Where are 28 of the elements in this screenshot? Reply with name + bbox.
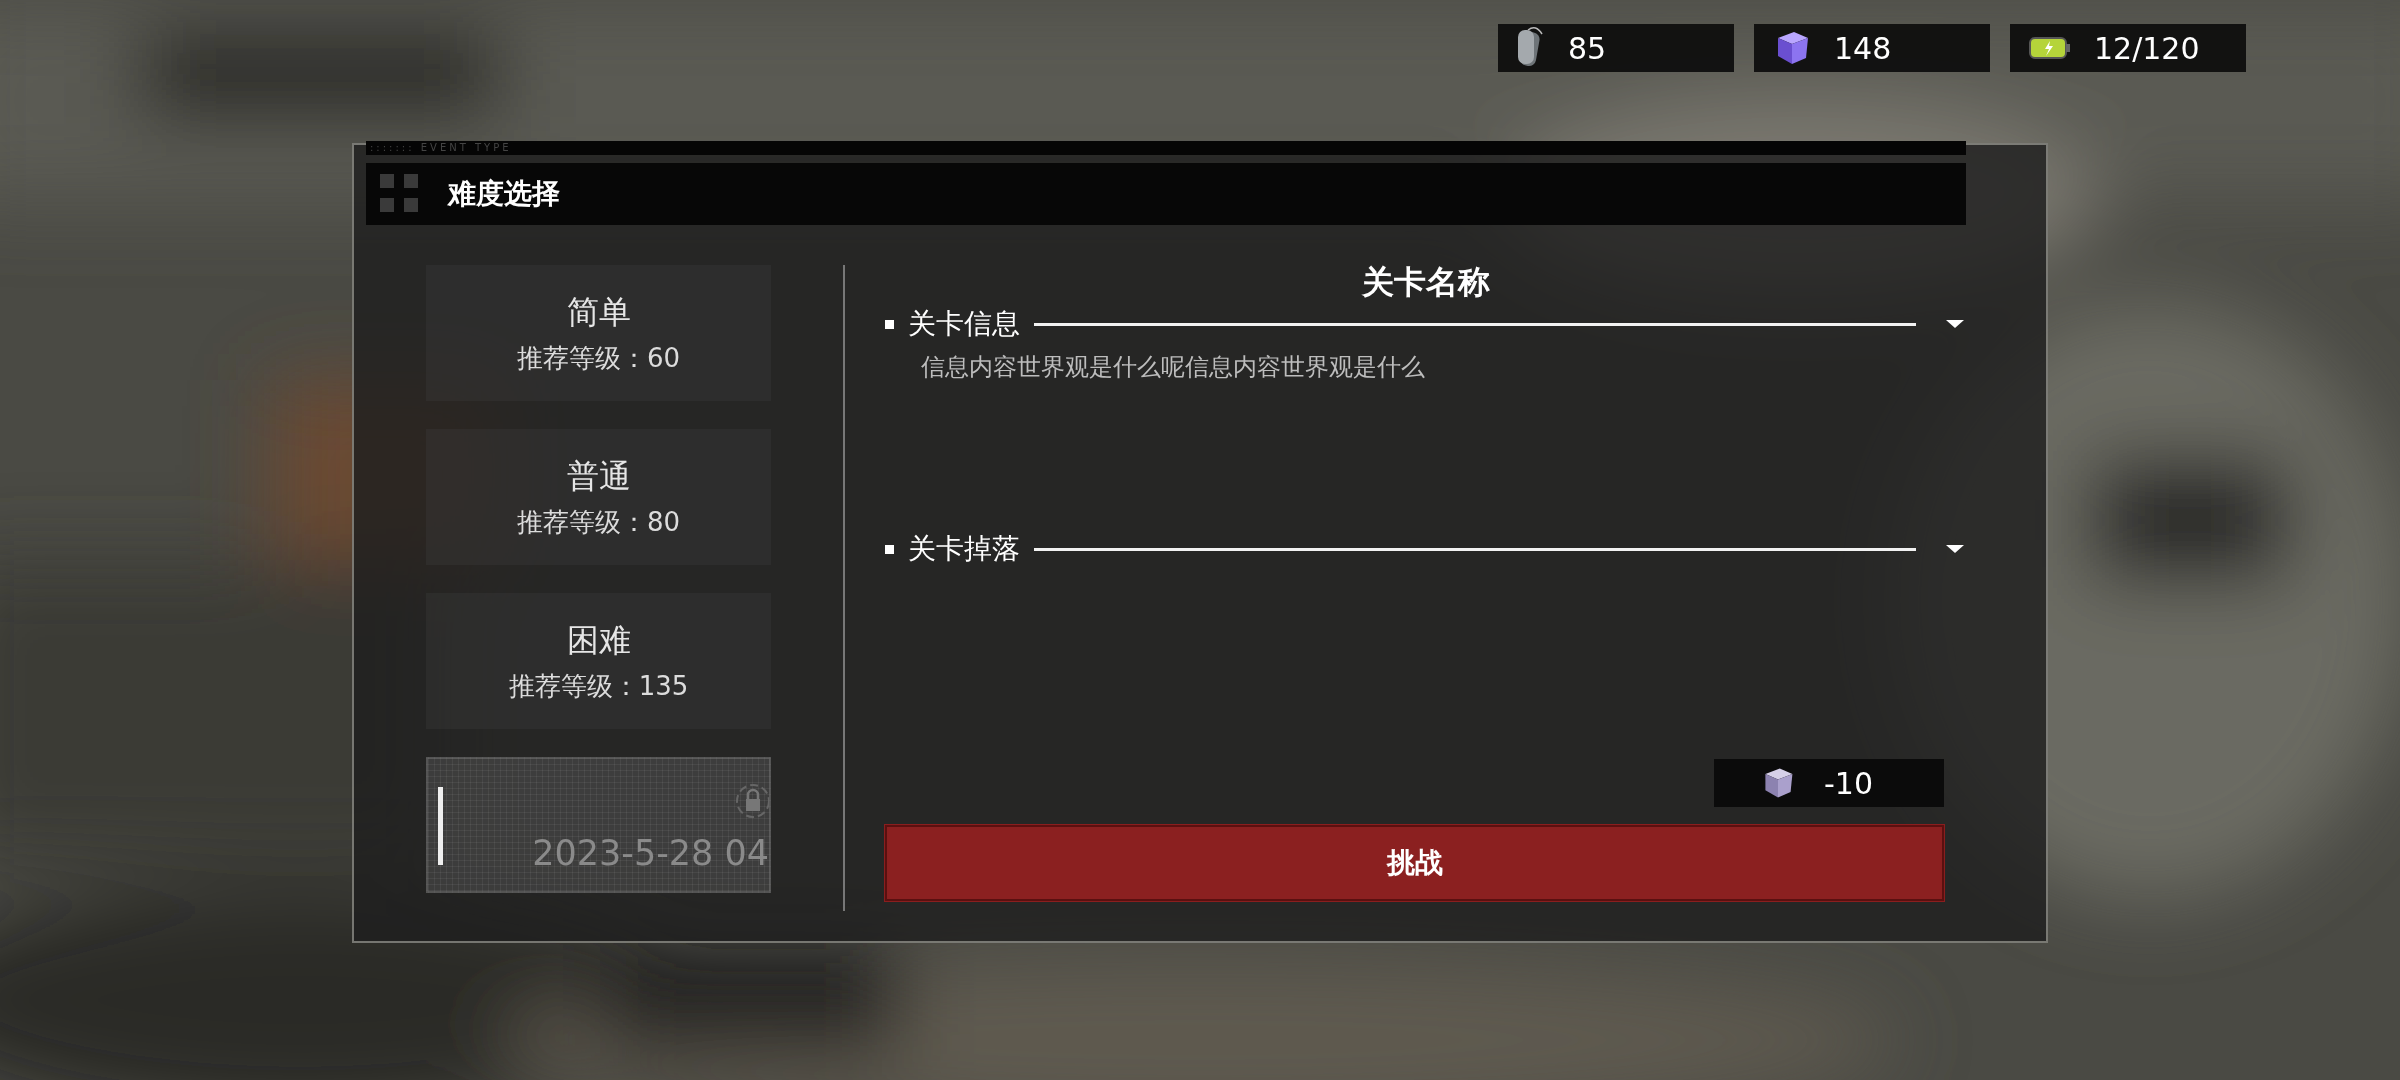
challenge-button[interactable]: 挑战	[885, 825, 1944, 901]
resource-counter: 148	[1754, 24, 1990, 72]
resource-counter: 12/120	[2010, 24, 2246, 72]
lock-icon	[733, 781, 769, 821]
difficulty-name: 普通	[566, 455, 631, 497]
bullet-icon	[885, 319, 894, 329]
difficulty-option[interactable]: 困难 推荐等级：135	[426, 593, 771, 729]
caret-icon[interactable]	[1944, 318, 1966, 330]
resource-counter: 85	[1498, 24, 1734, 72]
difficulty-name: 困难	[566, 619, 631, 661]
difficulty-name: 简单	[566, 291, 631, 333]
battery-icon	[2028, 34, 2072, 62]
unlock-date: 2023-5-28 04	[532, 833, 769, 873]
recommended-level: 推荐等级：60	[516, 341, 681, 375]
bullet-icon	[885, 544, 894, 554]
grid-icon	[380, 174, 420, 214]
section-text: 信息内容世界观是什么呢信息内容世界观是什么	[921, 352, 1426, 383]
difficulty-option[interactable]: 简单 推荐等级：60	[426, 265, 771, 401]
cost-counter: -10	[1714, 759, 1944, 807]
recommended-level: 推荐等级：135	[508, 669, 689, 703]
stage-title: 关卡名称	[1361, 262, 1490, 303]
section-title: 关卡信息	[908, 306, 1020, 342]
recommended-level: 推荐等级：80	[516, 505, 681, 539]
caption-text: ::::::: EVENT TYPE	[366, 141, 1966, 155]
dialog-title: 难度选择	[448, 176, 560, 212]
section-title: 关卡掉落	[908, 531, 1020, 567]
difficulty-option[interactable]: 普通 推荐等级：80	[426, 429, 771, 565]
caret-icon[interactable]	[1944, 543, 1966, 555]
